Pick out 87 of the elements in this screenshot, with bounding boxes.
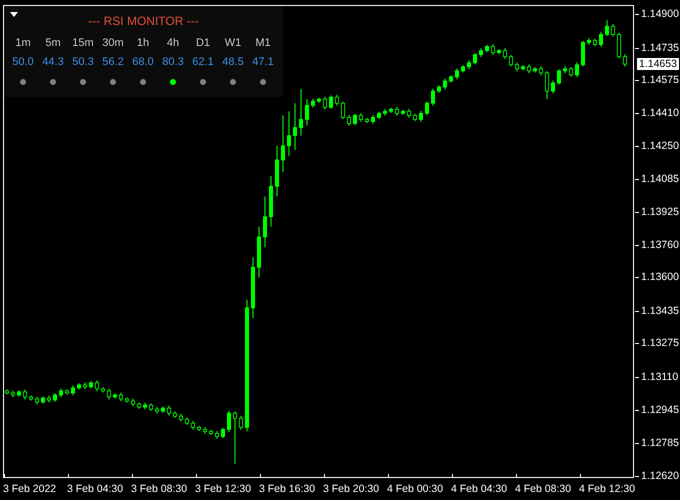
price-label: 1.12945	[641, 404, 679, 416]
rsi-value: 50.0	[11, 56, 35, 69]
timeframe-label: 15m	[71, 37, 95, 50]
candlestick	[334, 94, 340, 106]
candlestick	[610, 23, 616, 38]
rsi-value: 50.3	[71, 56, 95, 69]
candlestick	[262, 196, 268, 248]
timeframe-label: W1	[224, 37, 242, 50]
time-label: 4 Feb 12:30	[579, 483, 636, 495]
candlestick	[616, 32, 622, 59]
time-label: 3 Feb 08:30	[131, 483, 188, 495]
price-label: 1.14900	[641, 8, 679, 20]
timeframe-label: D1	[194, 37, 212, 50]
candlestick	[346, 114, 352, 126]
candlestick	[232, 411, 238, 464]
candlestick	[490, 44, 496, 56]
candlestick	[574, 62, 580, 78]
collapse-triangle-icon[interactable]	[10, 12, 18, 17]
candlestick	[322, 96, 328, 110]
candlestick	[328, 95, 334, 110]
time-label: 3 Feb 04:30	[67, 483, 124, 495]
candlestick	[442, 78, 448, 90]
candlestick	[424, 101, 430, 116]
time-label: 4 Feb 04:30	[451, 483, 508, 495]
time-label: 3 Feb 16:30	[259, 483, 316, 495]
candlestick	[166, 405, 172, 416]
rsi-value: 44.3	[41, 56, 65, 69]
candlestick	[418, 110, 424, 122]
time-label: 4 Feb 08:30	[515, 483, 572, 495]
price-label: 1.14085	[641, 173, 679, 186]
rsi-value: 80.3	[161, 56, 185, 69]
candlestick	[430, 88, 436, 106]
candlestick	[292, 102, 298, 150]
timeframe-label: 5m	[44, 37, 62, 50]
current-price-tag: 1.14653	[637, 58, 679, 70]
time-label: 3 Feb 2022	[3, 483, 56, 495]
panel-title: --- RSI MONITOR ---	[88, 14, 199, 28]
candlestick	[454, 68, 460, 80]
time-label: 3 Feb 12:30	[195, 483, 252, 495]
rsi-value: 48.5	[221, 56, 245, 69]
price-label: 1.13275	[641, 337, 679, 350]
price-label: 1.13435	[641, 304, 679, 317]
candlestick	[286, 110, 292, 156]
price-label: 1.14575	[641, 74, 679, 86]
candlestick	[352, 113, 358, 126]
price-label: 1.14250	[641, 140, 679, 152]
candlestick	[22, 388, 28, 400]
rsi-value: 68.0	[131, 56, 155, 69]
candlestick	[220, 427, 226, 439]
candlestick	[502, 48, 508, 60]
candlestick	[304, 98, 310, 126]
rsi-value: 56.2	[101, 56, 125, 69]
candlestick	[598, 31, 604, 48]
price-label: 1.14410	[641, 107, 679, 120]
candlestick	[604, 20, 610, 36]
timeframe-label: 30m	[101, 37, 125, 50]
timeframe-label: M1	[254, 37, 272, 50]
candlestick	[556, 68, 562, 86]
rsi-value: 47.1	[251, 56, 275, 69]
price-label: 1.12785	[641, 436, 679, 449]
price-label: 1.14735	[641, 42, 679, 54]
candlestick	[280, 114, 286, 173]
price-label: 1.13760	[641, 239, 679, 252]
candlestick	[106, 388, 112, 400]
candlestick	[298, 88, 304, 136]
candlestick	[340, 101, 346, 120]
price-label: 1.13110	[641, 370, 678, 383]
candlestick	[70, 384, 76, 396]
time-label: 4 Feb 00:30	[387, 483, 444, 495]
candlestick	[544, 70, 550, 100]
time-label: 3 Feb 20:30	[323, 483, 380, 495]
rsi-value: 62.1	[191, 56, 215, 69]
timeframe-label: 1h	[136, 37, 150, 50]
candlestick	[550, 80, 556, 94]
price-label: 1.13600	[641, 271, 679, 284]
candlestick	[580, 40, 586, 67]
candlestick	[94, 380, 100, 392]
timeframe-label: 4h	[166, 37, 180, 50]
candlestick	[568, 66, 574, 77]
candlestick	[472, 52, 478, 65]
price-label: 1.12620	[641, 470, 679, 482]
candlestick	[622, 54, 628, 68]
candlestick	[508, 54, 514, 67]
candlestick	[226, 410, 232, 432]
timeframe-label: 1m	[14, 37, 32, 50]
price-label: 1.13925	[641, 206, 679, 218]
candlestick	[238, 415, 244, 430]
